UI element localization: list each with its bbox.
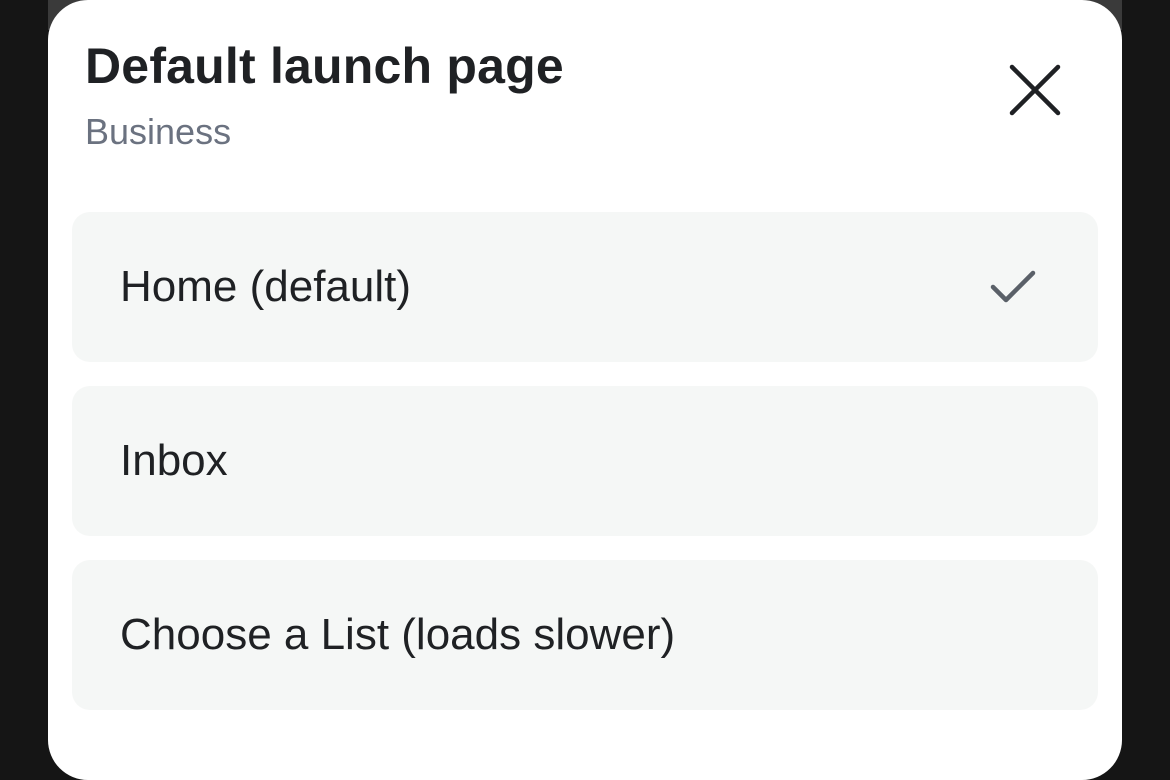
dialog-subtitle: Business — [85, 111, 232, 152]
option-choose-list[interactable]: Choose a List (loads slower) — [72, 560, 1098, 710]
option-label: Choose a List (loads slower) — [120, 610, 676, 659]
launch-page-dialog: Default launch page Business Home (defau… — [48, 0, 1122, 780]
dialog-title: Default launch page — [85, 38, 564, 94]
option-label: Home (default) — [120, 262, 412, 311]
close-icon — [1009, 64, 1061, 116]
option-home[interactable]: Home (default) — [72, 212, 1098, 362]
close-button[interactable] — [1000, 55, 1070, 125]
checkmark-icon — [990, 270, 1036, 303]
option-label: Inbox — [120, 436, 228, 485]
option-inbox[interactable]: Inbox — [72, 386, 1098, 536]
